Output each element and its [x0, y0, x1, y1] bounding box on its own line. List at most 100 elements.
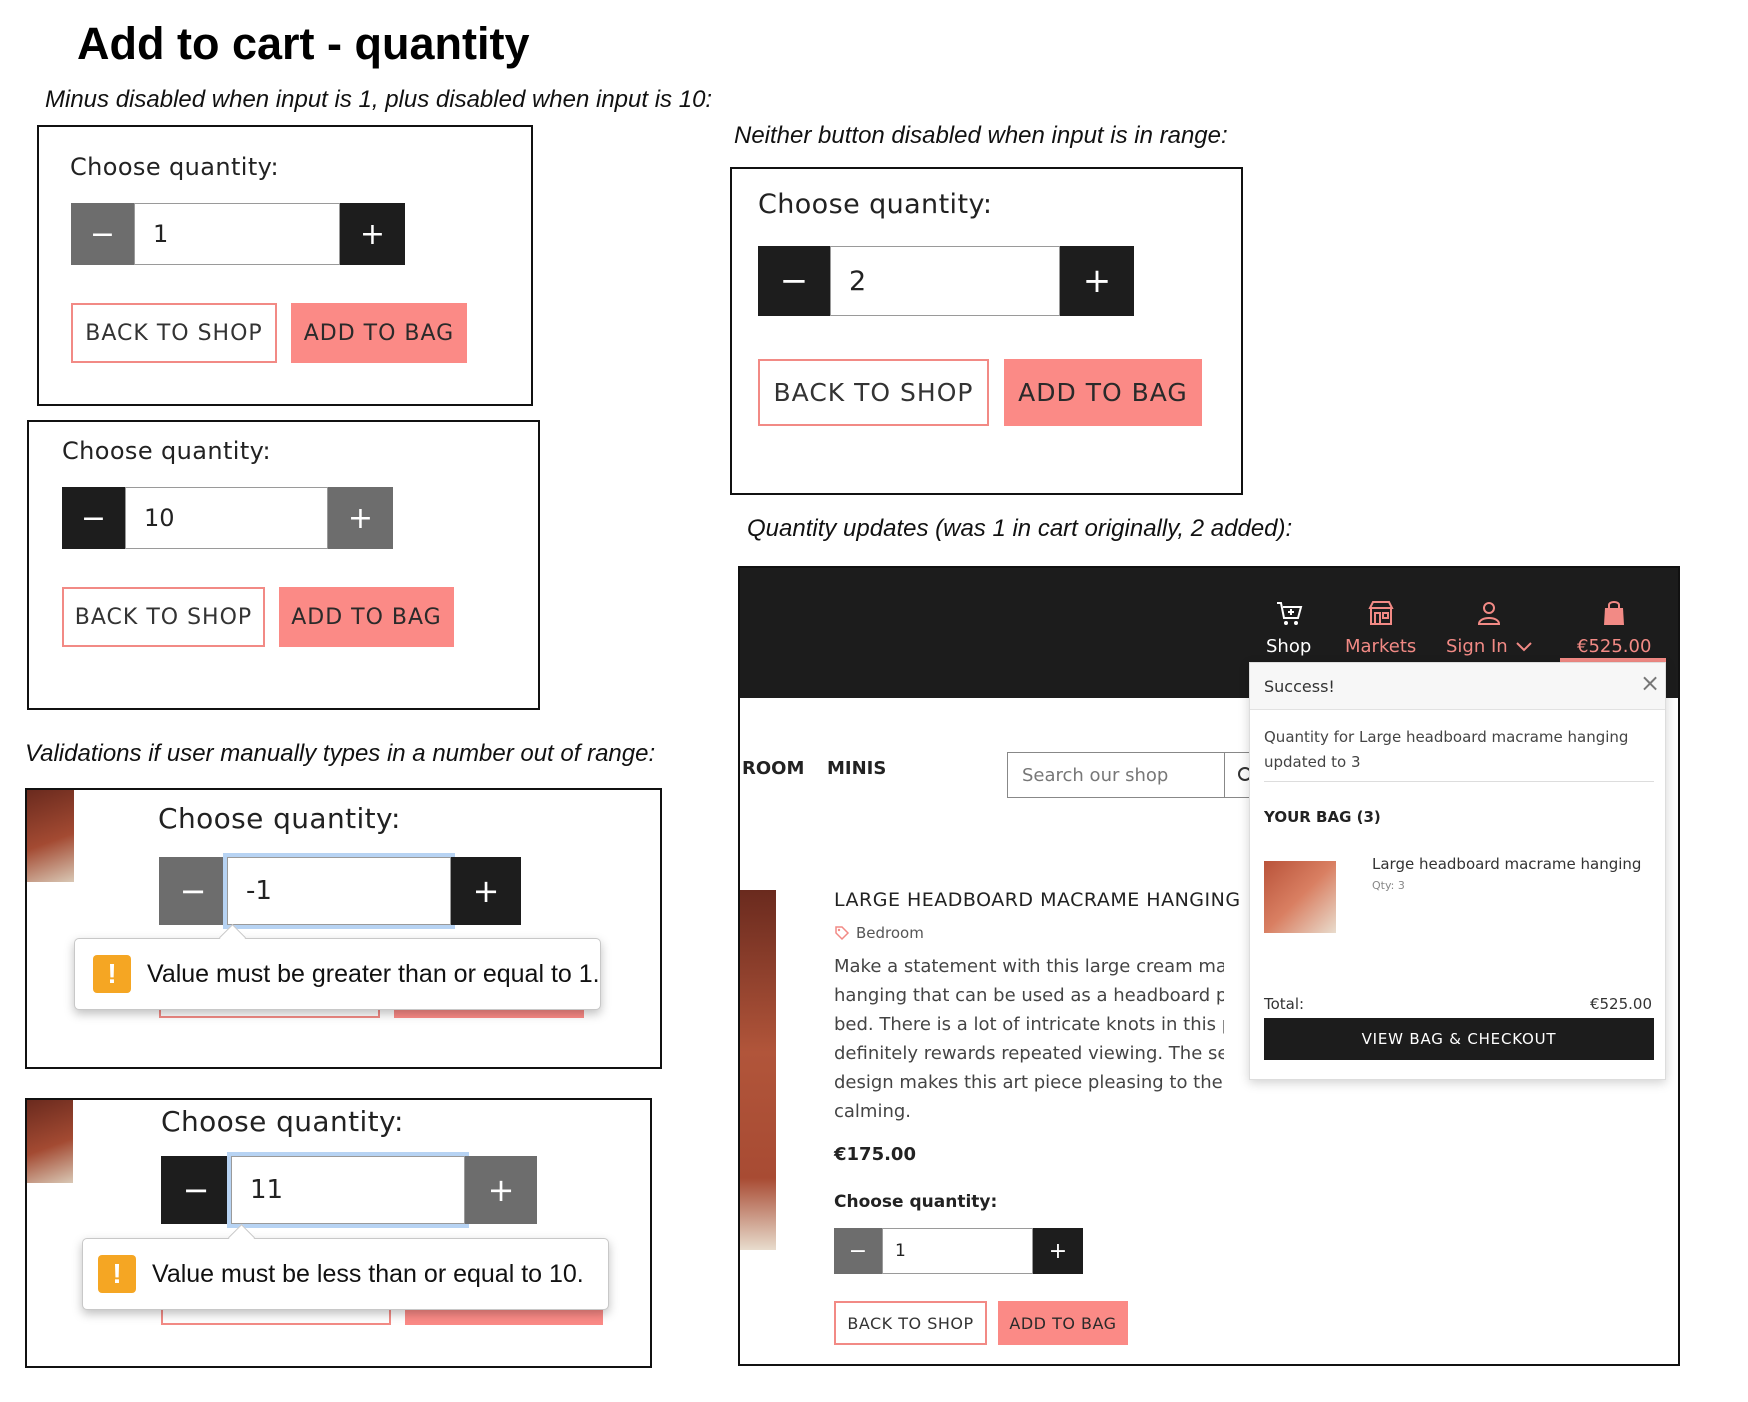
- bag-item-name[interactable]: Large headboard macrame hanging: [1372, 855, 1641, 873]
- quantity-stepper: − 10 +: [62, 487, 393, 549]
- product-thumbnail: [27, 1100, 73, 1183]
- minus-button-disabled[interactable]: −: [159, 857, 227, 925]
- description-line: Make a statement with this large cream m…: [834, 956, 1224, 977]
- divider: [1264, 781, 1654, 782]
- quantity-stepper: − 1 +: [834, 1228, 1083, 1274]
- quantity-label: Choose quantity:: [62, 437, 272, 465]
- add-to-bag-button[interactable]: ADD TO BAG: [1004, 359, 1202, 426]
- plus-button-disabled[interactable]: +: [465, 1156, 537, 1224]
- back-to-shop-button[interactable]: BACK TO SHOP: [758, 359, 989, 426]
- tag-icon: [835, 926, 850, 941]
- cart-icon: [1276, 602, 1302, 625]
- add-to-bag-button[interactable]: ADD TO BAG: [279, 587, 454, 647]
- page-title: Add to cart - quantity: [77, 18, 530, 69]
- validation-message: Value must be greater than or equal to 1…: [147, 959, 600, 988]
- nav-bag-total: €525.00: [1577, 636, 1652, 657]
- nav-markets[interactable]: Markets: [1345, 598, 1416, 657]
- warning-icon: !: [98, 1255, 136, 1293]
- plus-button[interactable]: +: [451, 857, 521, 925]
- bag-heading: YOUR BAG (3): [1264, 808, 1381, 826]
- minus-button[interactable]: −: [161, 1156, 231, 1224]
- quantity-input[interactable]: 2: [830, 246, 1060, 316]
- caption-cart-update: Quantity updates (was 1 in cart original…: [747, 515, 1293, 542]
- product-tag[interactable]: Bedroom: [834, 924, 924, 942]
- user-icon: [1477, 602, 1500, 625]
- minus-button[interactable]: −: [758, 246, 830, 316]
- caption-in-range: Neither button disabled when input is in…: [734, 122, 1228, 149]
- caption-validations: Validations if user manually types in a …: [25, 740, 656, 767]
- quantity-stepper: − 1 +: [71, 203, 405, 265]
- quantity-label: Choose quantity:: [834, 1192, 998, 1212]
- example-max-panel: Choose quantity: − 10 + BACK TO SHOP ADD…: [27, 420, 540, 710]
- chevron-down-icon: [1515, 641, 1532, 651]
- category-room[interactable]: ROOM: [742, 758, 804, 779]
- validation-high-panel: Choose quantity: − 11 + ! Value must be …: [25, 1098, 652, 1368]
- minus-button[interactable]: −: [62, 487, 125, 549]
- validation-tooltip: ! Value must be greater than or equal to…: [74, 924, 601, 1010]
- description-line: definitely rewards repeated viewing. The…: [834, 1043, 1224, 1064]
- nav-sign-in-row: Sign In: [1446, 636, 1532, 657]
- popup-message: Quantity for Large headboard macrame han…: [1264, 725, 1628, 775]
- bag-item-thumbnail: [1264, 861, 1336, 933]
- validation-low-panel: Choose quantity: − -1 + ! Value must be …: [25, 788, 662, 1069]
- caption-limits: Minus disabled when input is 1, plus dis…: [45, 86, 713, 113]
- nav-bag[interactable]: €525.00: [1577, 598, 1651, 657]
- add-to-bag-button[interactable]: ADD TO BAG: [291, 303, 467, 363]
- product-description: Make a statement with this large cream m…: [834, 952, 1224, 1126]
- quantity-label: Choose quantity:: [161, 1105, 404, 1138]
- quantity-stepper: − -1 +: [159, 853, 521, 929]
- quantity-label: Choose quantity:: [758, 189, 993, 220]
- cart-success-popup: Success! × Quantity for Large headboard …: [1249, 662, 1666, 1080]
- nav-sign-in-label: Sign In: [1446, 636, 1508, 657]
- view-bag-checkout-button[interactable]: VIEW BAG & CHECKOUT: [1264, 1018, 1654, 1060]
- nav-sign-in[interactable]: Sign In: [1446, 598, 1532, 657]
- popup-message-line: Quantity for Large headboard macrame han…: [1264, 728, 1629, 746]
- quantity-label: Choose quantity:: [158, 802, 401, 835]
- description-line: calming.: [834, 1101, 912, 1122]
- quantity-label: Choose quantity:: [70, 153, 280, 181]
- minus-button-disabled[interactable]: −: [834, 1228, 882, 1274]
- nav-shop[interactable]: Shop: [1266, 598, 1311, 657]
- minus-button-disabled[interactable]: −: [71, 203, 134, 265]
- popup-message-line: updated to 3: [1264, 753, 1361, 771]
- example-range-panel: Choose quantity: − 2 + BACK TO SHOP ADD …: [730, 167, 1243, 495]
- plus-button[interactable]: +: [1033, 1228, 1083, 1274]
- nav-shop-label: Shop: [1266, 636, 1312, 657]
- warning-icon: !: [93, 955, 131, 993]
- description-line: hanging that can be used as a headboard …: [834, 985, 1224, 1006]
- category-minis[interactable]: MINIS: [827, 758, 886, 779]
- quantity-stepper: − 2 +: [758, 246, 1134, 316]
- plus-button[interactable]: +: [340, 203, 405, 265]
- back-to-shop-button[interactable]: BACK TO SHOP: [71, 303, 277, 363]
- quantity-input[interactable]: 1: [134, 203, 340, 265]
- description-line: bed. There is a lot of intricate knots i…: [834, 1014, 1224, 1035]
- close-icon[interactable]: ×: [1640, 669, 1660, 697]
- plus-button[interactable]: +: [1060, 246, 1134, 316]
- validation-tooltip: ! Value must be less than or equal to 10…: [82, 1224, 609, 1310]
- example-min-panel: Choose quantity: − 1 + BACK TO SHOP ADD …: [37, 125, 533, 406]
- quantity-input[interactable]: 10: [125, 487, 328, 549]
- quantity-input[interactable]: -1: [223, 853, 455, 929]
- bag-item-qty: Qty: 3: [1372, 879, 1405, 892]
- product-tag-label: Bedroom: [856, 924, 924, 942]
- popup-title: Success!: [1264, 677, 1335, 696]
- search-input[interactable]: Search our shop: [1007, 752, 1225, 798]
- store-screenshot: Shop Markets Sign In €525.00 ROOM MINIS …: [738, 566, 1680, 1366]
- nav-markets-label: Markets: [1345, 636, 1417, 657]
- tooltip-arrow: [219, 924, 246, 951]
- quantity-input[interactable]: 1: [882, 1228, 1033, 1274]
- total-value: €525.00: [1589, 995, 1652, 1013]
- plus-button-disabled[interactable]: +: [328, 487, 393, 549]
- total-label: Total:: [1264, 995, 1305, 1013]
- back-to-shop-button[interactable]: BACK TO SHOP: [834, 1301, 987, 1345]
- quantity-input[interactable]: 11: [227, 1152, 469, 1228]
- back-to-shop-button[interactable]: BACK TO SHOP: [62, 587, 265, 647]
- store-icon: [1368, 601, 1394, 625]
- product-price: €175.00: [834, 1144, 916, 1165]
- add-to-bag-button[interactable]: ADD TO BAG: [998, 1301, 1128, 1345]
- bag-icon: [1604, 601, 1625, 625]
- quantity-stepper: − 11 +: [161, 1152, 537, 1228]
- tooltip-arrow: [228, 1224, 255, 1251]
- product-name: LARGE HEADBOARD MACRAME HANGING: [834, 889, 1241, 911]
- validation-message: Value must be less than or equal to 10.: [152, 1259, 584, 1288]
